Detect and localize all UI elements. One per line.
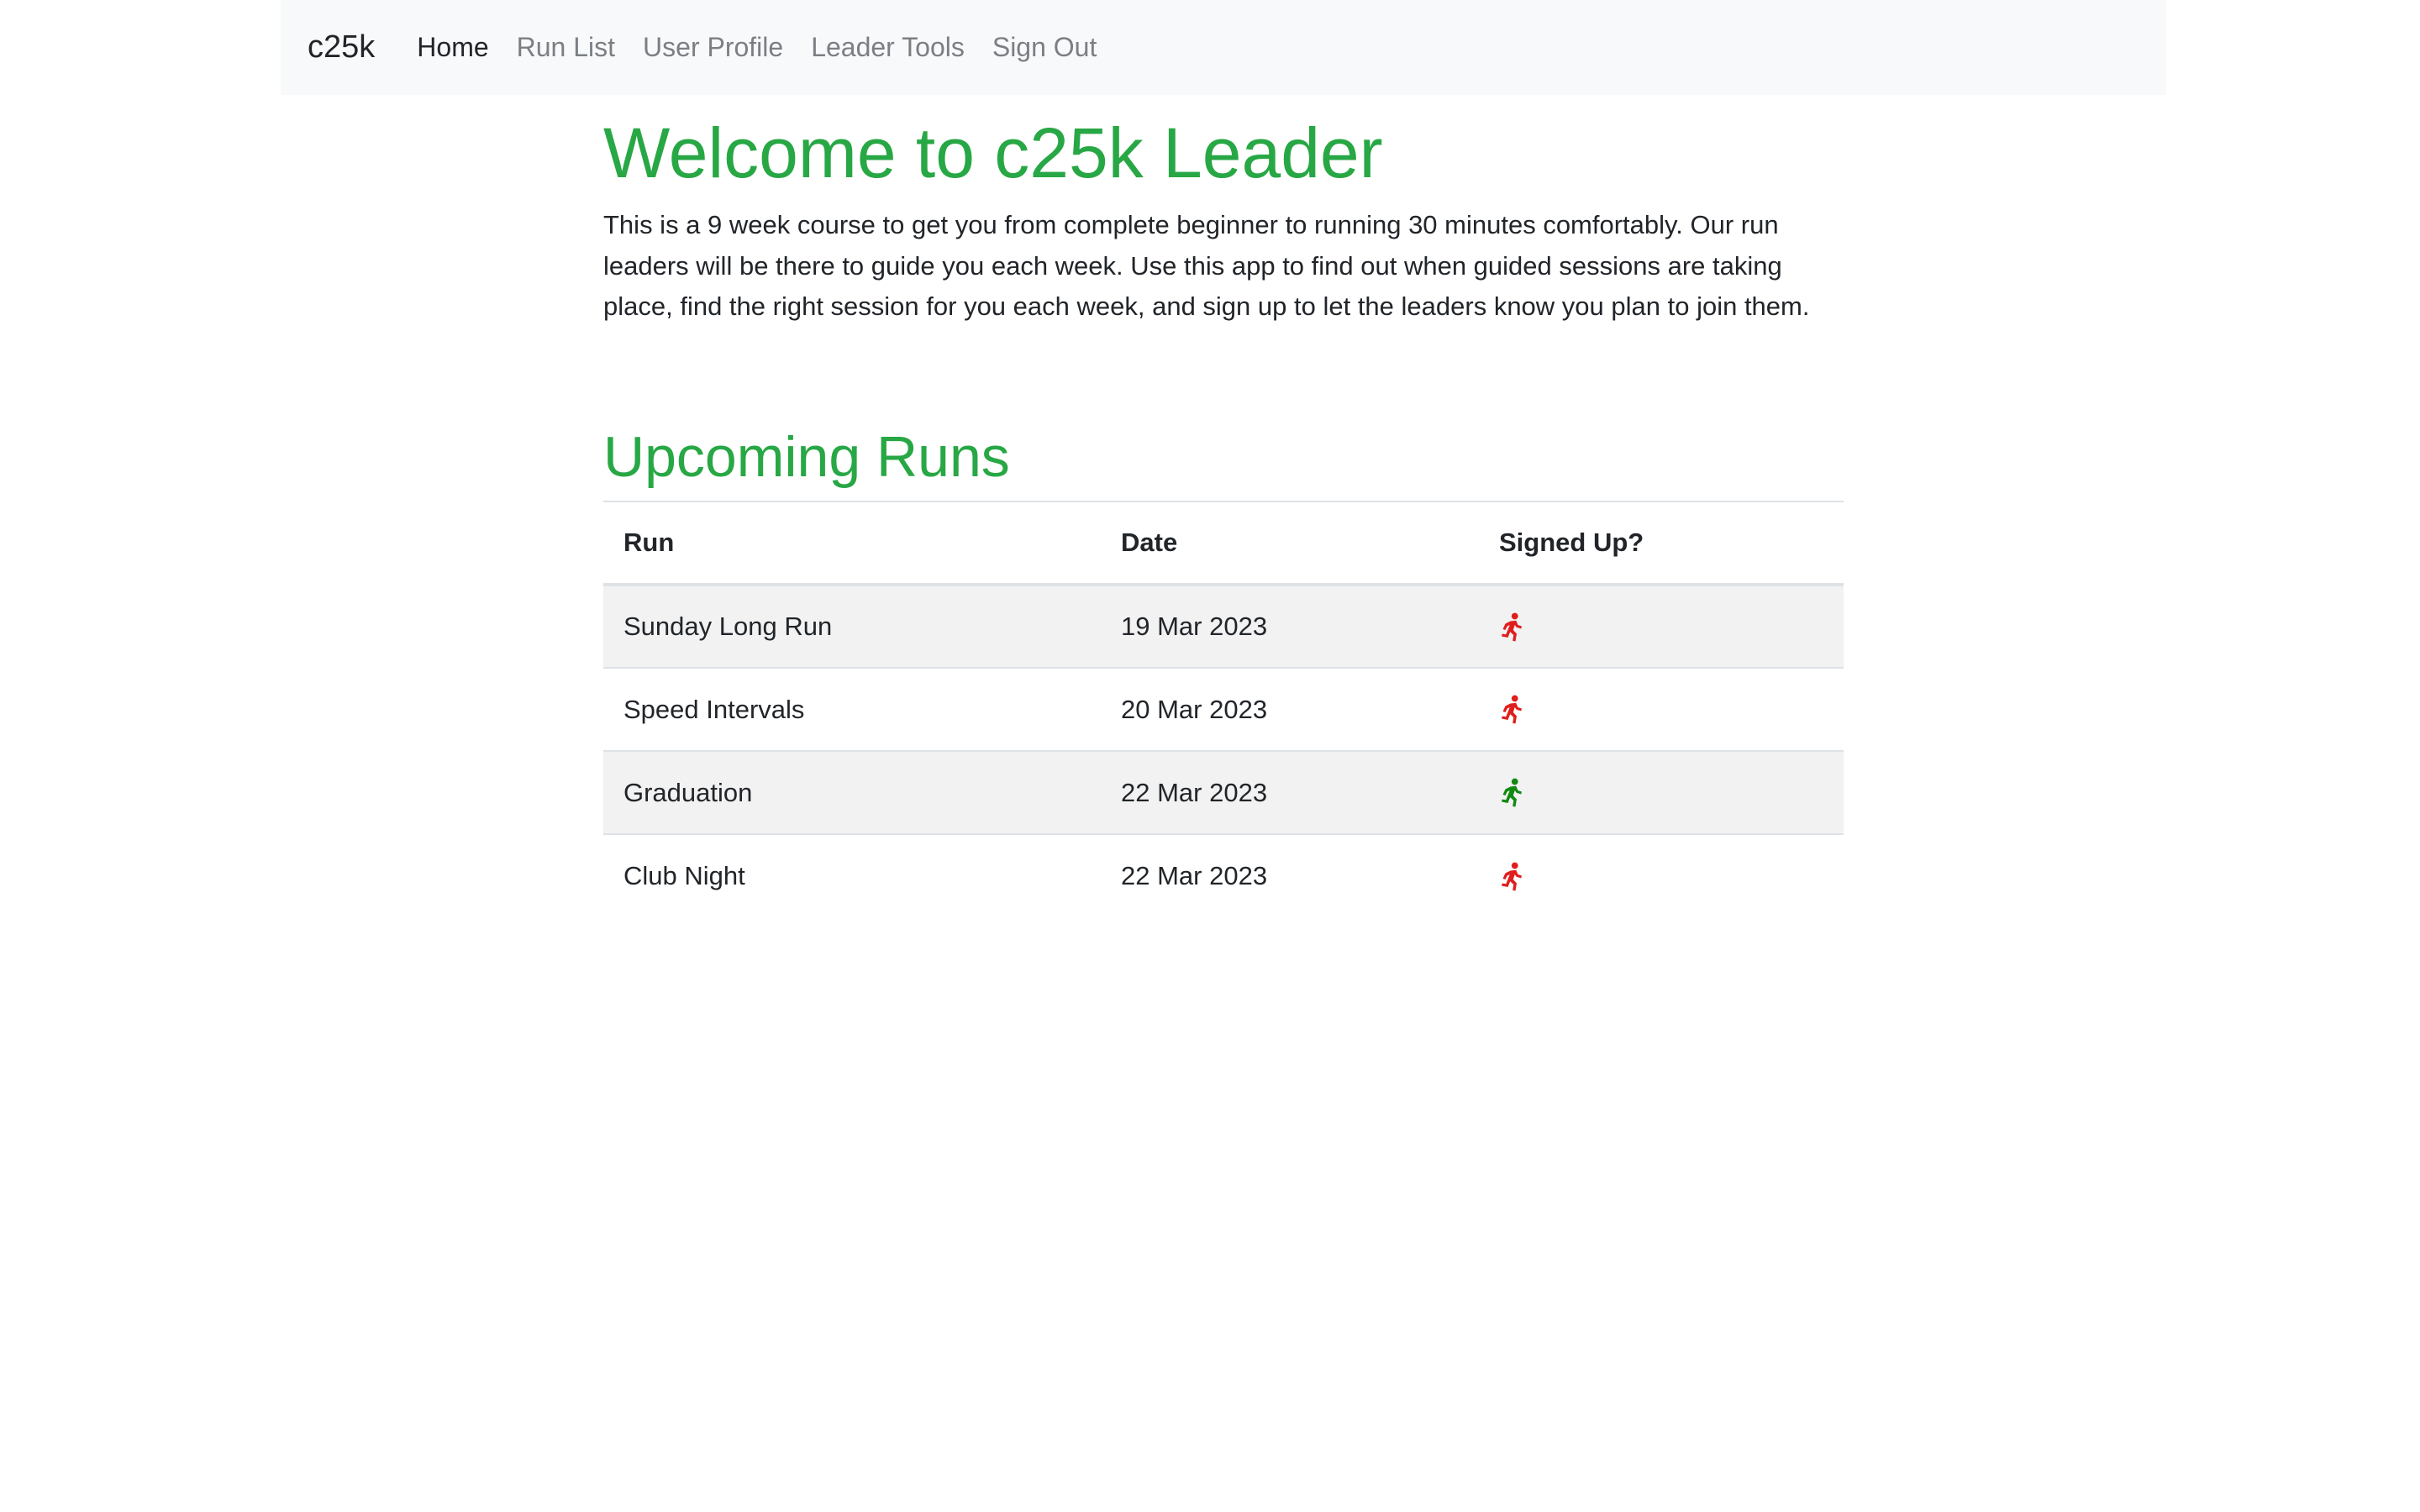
page-title: Welcome to c25k Leader (603, 113, 1383, 192)
section-title-upcoming-runs: Upcoming Runs (603, 425, 1010, 489)
running-person-icon[interactable] (1499, 695, 1524, 725)
signed-up-cell (1479, 750, 1844, 834)
signed-up-cell (1479, 667, 1844, 751)
run-date: 22 Mar 2023 (1101, 750, 1479, 834)
run-date: 22 Mar 2023 (1101, 833, 1479, 917)
run-name: Speed Intervals (603, 667, 1101, 751)
run-name: Graduation (603, 750, 1101, 834)
runs-table: Run Date Signed Up? Sunday Long Run 19 M… (603, 501, 1844, 917)
table-header-row: Run Date Signed Up? (603, 501, 1844, 586)
header-signed-up: Signed Up? (1479, 501, 1844, 586)
nav-item-leader-tools[interactable]: Leader Tools (811, 32, 965, 63)
running-person-icon[interactable] (1499, 612, 1524, 643)
run-date: 19 Mar 2023 (1101, 584, 1479, 668)
signed-up-cell (1479, 584, 1844, 668)
brand-link[interactable]: c25k (308, 29, 375, 66)
running-person-icon[interactable] (1499, 862, 1524, 892)
header-date: Date (1101, 501, 1479, 586)
nav-item-run-list[interactable]: Run List (517, 32, 615, 63)
table-row[interactable]: Graduation 22 Mar 2023 (603, 750, 1844, 834)
navbar: c25k Home Run List User Profile Leader T… (281, 0, 2166, 95)
header-run: Run (603, 501, 1101, 586)
table-row[interactable]: Sunday Long Run 19 Mar 2023 (603, 584, 1844, 668)
nav-item-home[interactable]: Home (417, 32, 488, 63)
table-row[interactable]: Speed Intervals 20 Mar 2023 (603, 667, 1844, 751)
run-name: Club Night (603, 833, 1101, 917)
nav-item-sign-out[interactable]: Sign Out (992, 32, 1097, 63)
signed-up-cell (1479, 833, 1844, 917)
nav-item-user-profile[interactable]: User Profile (643, 32, 783, 63)
table-row[interactable]: Club Night 22 Mar 2023 (603, 833, 1844, 917)
run-name: Sunday Long Run (603, 584, 1101, 668)
running-person-icon[interactable] (1499, 778, 1524, 808)
intro-paragraph: This is a 9 week course to get you from … (603, 210, 1810, 321)
run-date: 20 Mar 2023 (1101, 667, 1479, 751)
